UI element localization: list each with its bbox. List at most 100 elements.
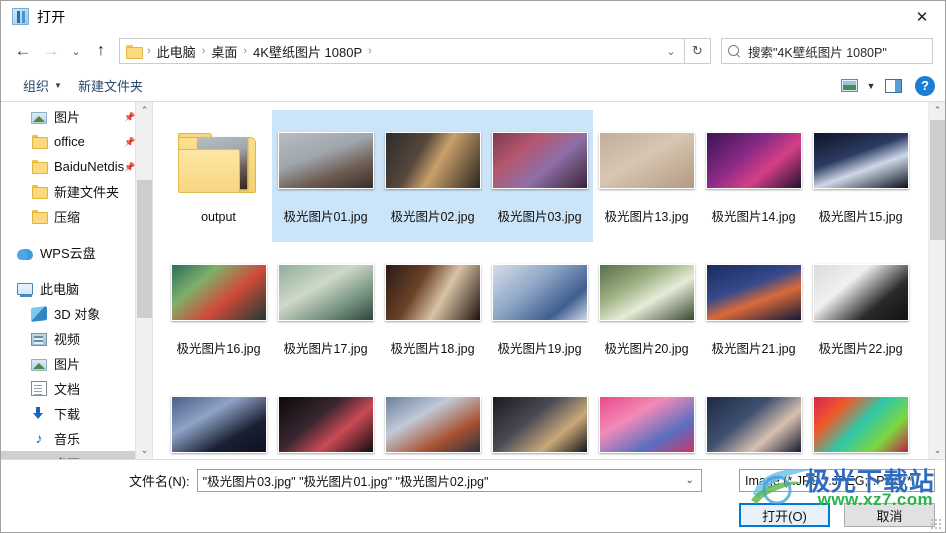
- search-icon: [728, 44, 741, 58]
- image-thumbnail: [705, 131, 802, 189]
- sidebar-item-此电脑[interactable]: 此电脑: [1, 276, 152, 301]
- search-input[interactable]: 搜索"4K壁纸图片 1080P": [721, 38, 933, 64]
- file-name-label: 极光图片02.jpg: [390, 210, 475, 224]
- file-grid: output 极光图片01.jpg 极光图片02.jpg 极光图片03.jpg 极光图片…: [153, 102, 928, 459]
- scroll-down-icon[interactable]: ⌄: [136, 442, 152, 459]
- scroll-up-icon[interactable]: ⌃: [136, 102, 152, 119]
- sidebar-item-视频[interactable]: 视频: [1, 326, 152, 351]
- pin-icon[interactable]: 📌: [124, 137, 135, 147]
- thumbnail-area: [593, 110, 700, 210]
- file-item[interactable]: 极光图片19.jpg: [486, 242, 593, 374]
- file-item[interactable]: 极光图片02.jpg: [379, 110, 486, 242]
- file-item[interactable]: 极光图片20.jpg: [593, 242, 700, 374]
- image-thumbnail: [598, 395, 695, 453]
- sidebar-scrollbar[interactable]: ⌃ ⌄: [135, 102, 152, 459]
- thumbnail-area: [486, 374, 593, 459]
- content-scrollbar[interactable]: ⌃ ⌄: [928, 102, 945, 459]
- sidebar-item-wps云盘[interactable]: WPS云盘: [1, 240, 152, 265]
- sidebar-item-桌面[interactable]: 桌面: [1, 451, 152, 459]
- resize-grip[interactable]: [929, 517, 941, 529]
- breadcrumb-item-2[interactable]: 4K壁纸图片 1080P: [249, 42, 366, 61]
- picture-icon: [31, 358, 47, 371]
- filename-input[interactable]: "极光图片03.jpg" "极光图片01.jpg" "极光图片02.jpg" ⌄: [196, 469, 702, 492]
- file-item[interactable]: 极光图片14.jpg: [700, 110, 807, 242]
- download-icon: [31, 406, 47, 421]
- file-item[interactable]: 极光图片18.jpg: [379, 242, 486, 374]
- breadcrumb-item-0[interactable]: 此电脑: [153, 42, 200, 61]
- file-item[interactable]: 极光图片03.jpg: [486, 110, 593, 242]
- change-view-button[interactable]: [835, 74, 863, 98]
- file-item[interactable]: [379, 374, 486, 459]
- breadcrumb-separator: ›: [201, 45, 206, 57]
- sidebar-item-图片[interactable]: 图片 📌: [1, 104, 152, 129]
- sidebar-item-压缩[interactable]: 压缩: [1, 204, 152, 229]
- organize-button[interactable]: 组织 ▼: [15, 73, 70, 98]
- file-item[interactable]: 极光图片17.jpg: [272, 242, 379, 374]
- image-thumbnail: [491, 263, 588, 321]
- file-item[interactable]: [807, 374, 914, 459]
- sidebar-item-文档[interactable]: 文档: [1, 376, 152, 401]
- thumbnail-area: [807, 374, 914, 459]
- recent-locations-icon[interactable]: ⌄: [65, 37, 87, 65]
- file-item[interactable]: [593, 374, 700, 459]
- sidebar-item-3d 对象[interactable]: 3D 对象: [1, 301, 152, 326]
- sidebar-item-office[interactable]: office 📌: [1, 129, 152, 154]
- sidebar-item-baidunetdis[interactable]: BaiduNetdis 📌: [1, 154, 152, 179]
- file-item[interactable]: [486, 374, 593, 459]
- sidebar-item-新建文件夹[interactable]: 新建文件夹: [1, 179, 152, 204]
- file-name-label: 极光图片18.jpg: [390, 342, 475, 356]
- image-thumbnail: [598, 131, 695, 189]
- preview-pane-button[interactable]: [879, 74, 907, 98]
- file-list-view[interactable]: output 极光图片01.jpg 极光图片02.jpg 极光图片03.jpg 极光图片…: [153, 102, 945, 459]
- image-thumbnail: [277, 395, 374, 453]
- pin-icon[interactable]: 📌: [124, 112, 135, 122]
- breadcrumb-separator: ›: [368, 45, 372, 57]
- view-options-chevron-down-icon[interactable]: ▼: [863, 81, 879, 91]
- new-folder-button[interactable]: 新建文件夹: [70, 73, 151, 98]
- sidebar-item-下载[interactable]: 下载: [1, 401, 152, 426]
- sidebar-item-label: 音乐: [54, 432, 81, 447]
- file-item[interactable]: 极光图片01.jpg: [272, 110, 379, 242]
- forward-icon[interactable]: →: [37, 37, 65, 65]
- title-bar: 打开 ✕: [1, 1, 945, 32]
- up-icon[interactable]: ↑: [87, 37, 115, 65]
- file-item[interactable]: 极光图片13.jpg: [593, 110, 700, 242]
- sidebar-item-音乐[interactable]: ♪ 音乐: [1, 426, 152, 451]
- address-bar: ← → ⌄ ↑ › 此电脑 › 桌面 › 4K壁纸图片 1080P › ⌄ ↻ …: [1, 32, 945, 70]
- back-icon[interactable]: ←: [9, 37, 37, 65]
- thumbnail-area: [593, 374, 700, 459]
- content-scrollbar-thumb[interactable]: [930, 120, 945, 240]
- file-item[interactable]: 极光图片22.jpg: [807, 242, 914, 374]
- scroll-down-icon[interactable]: ⌄: [929, 442, 945, 459]
- sidebar-item-图片[interactable]: 图片: [1, 351, 152, 376]
- sidebar-item-label: 视频: [54, 332, 81, 347]
- sidebar-scrollbar-thumb[interactable]: [137, 180, 152, 318]
- cube-icon: [31, 305, 47, 322]
- file-item[interactable]: [165, 374, 272, 459]
- file-item[interactable]: 极光图片15.jpg: [807, 110, 914, 242]
- open-button[interactable]: 打开(O): [739, 503, 830, 527]
- scroll-up-icon[interactable]: ⌃: [929, 102, 945, 119]
- folder-icon: [177, 127, 260, 193]
- chevron-down-icon[interactable]: ⌄: [660, 39, 682, 63]
- file-name-label: output: [201, 210, 236, 224]
- breadcrumb[interactable]: › 此电脑 › 桌面 › 4K壁纸图片 1080P › ⌄: [119, 38, 685, 64]
- help-icon[interactable]: ?: [915, 75, 935, 96]
- file-item[interactable]: [700, 374, 807, 459]
- chevron-down-icon[interactable]: ⌄: [681, 475, 699, 486]
- thumbnail-area: [379, 110, 486, 210]
- cancel-button[interactable]: 取消: [844, 503, 935, 527]
- chevron-down-icon[interactable]: ⌄: [915, 475, 933, 486]
- file-item[interactable]: [272, 374, 379, 459]
- file-item[interactable]: 极光图片21.jpg: [700, 242, 807, 374]
- thumbnail-area: [379, 374, 486, 459]
- close-icon[interactable]: ✕: [899, 1, 945, 32]
- thumbnail-area: [486, 242, 593, 342]
- refresh-icon[interactable]: ↻: [685, 38, 711, 64]
- folder-icon: [31, 159, 48, 174]
- filetype-select[interactable]: Image (*.JPG;*.JPEG;*.PNG;*.( ⌄: [739, 469, 935, 492]
- folder-item[interactable]: output: [165, 110, 272, 242]
- file-item[interactable]: 极光图片16.jpg: [165, 242, 272, 374]
- pin-icon[interactable]: 📌: [124, 162, 135, 172]
- breadcrumb-item-1[interactable]: 桌面: [207, 42, 241, 61]
